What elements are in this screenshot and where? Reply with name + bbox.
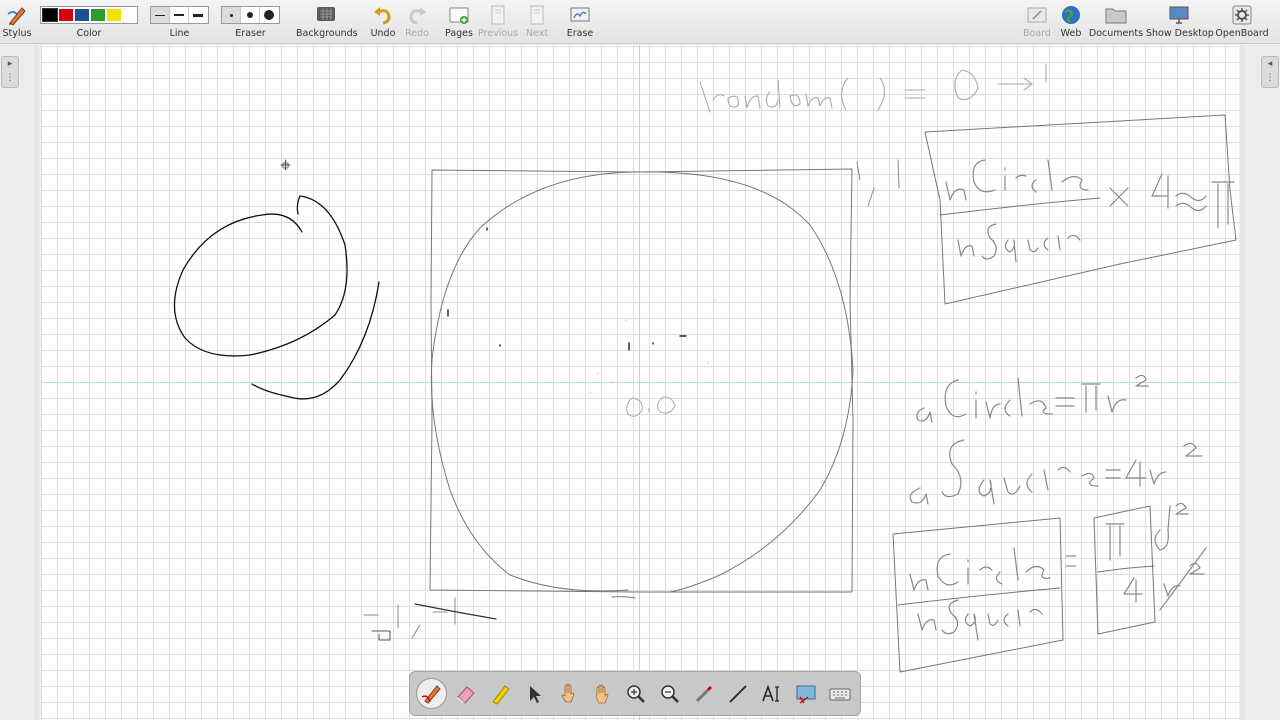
text-tool-icon bbox=[761, 684, 779, 702]
ink-text-ncircle-bottom bbox=[909, 547, 1051, 591]
hand-tool[interactable] bbox=[586, 678, 617, 709]
eraser-tool-icon bbox=[456, 685, 475, 704]
capture-tool-icon bbox=[796, 685, 815, 704]
pen-tool[interactable] bbox=[416, 678, 447, 709]
ink-text-minus-one bbox=[363, 597, 456, 639]
ink-stroke-tail bbox=[251, 281, 380, 400]
highlighter-tool-icon bbox=[491, 684, 510, 705]
capture-tool[interactable] bbox=[790, 678, 821, 709]
text-tool[interactable] bbox=[756, 678, 787, 709]
ink-text-acircle bbox=[916, 374, 1149, 423]
cursor-crosshair bbox=[280, 159, 291, 171]
highlighter-tool[interactable] bbox=[484, 678, 515, 709]
line-tool[interactable] bbox=[722, 678, 753, 709]
keyboard-tool-icon bbox=[829, 688, 850, 700]
interact-tool[interactable] bbox=[552, 678, 583, 709]
line-tool-icon bbox=[728, 684, 747, 703]
ink-stroke-circle-sketch bbox=[173, 195, 348, 357]
ink-box-ratio bbox=[924, 114, 1237, 305]
pen-tool-icon bbox=[421, 684, 441, 704]
ink-text-random bbox=[699, 63, 1047, 113]
select-tool-icon bbox=[529, 685, 541, 703]
ink-box-ratio-bottom bbox=[892, 517, 1064, 673]
ink-text-ncircle-top bbox=[945, 159, 1089, 201]
zoom-in-tool[interactable] bbox=[620, 678, 651, 709]
select-tool[interactable] bbox=[518, 678, 549, 709]
ink-text-asquare bbox=[909, 439, 1203, 505]
laser-pointer-tool[interactable] bbox=[688, 678, 719, 709]
hand-tool-icon bbox=[595, 684, 608, 703]
ink-text-origin bbox=[626, 396, 676, 417]
ink-text-one-one bbox=[856, 159, 900, 207]
ink-stroke-square bbox=[429, 168, 854, 593]
ink-layer bbox=[173, 63, 1237, 673]
interact-tool-icon bbox=[561, 683, 574, 702]
tool-dock bbox=[409, 671, 861, 716]
zoom-in-tool-icon bbox=[626, 684, 645, 703]
ink-stroke-inscribed-circle bbox=[430, 171, 854, 593]
ink-box-pi bbox=[1093, 505, 1156, 635]
laser-pointer-tool-icon bbox=[695, 685, 712, 702]
ink-dots bbox=[447, 227, 687, 351]
eraser-tool[interactable] bbox=[450, 678, 481, 709]
zoom-out-tool-icon bbox=[660, 684, 679, 703]
ink-text-nsquare-bottom bbox=[917, 599, 1043, 641]
ink-text-nsquare-top bbox=[957, 223, 1081, 263]
zoom-out-tool[interactable] bbox=[654, 678, 685, 709]
keyboard-tool[interactable] bbox=[824, 678, 855, 709]
